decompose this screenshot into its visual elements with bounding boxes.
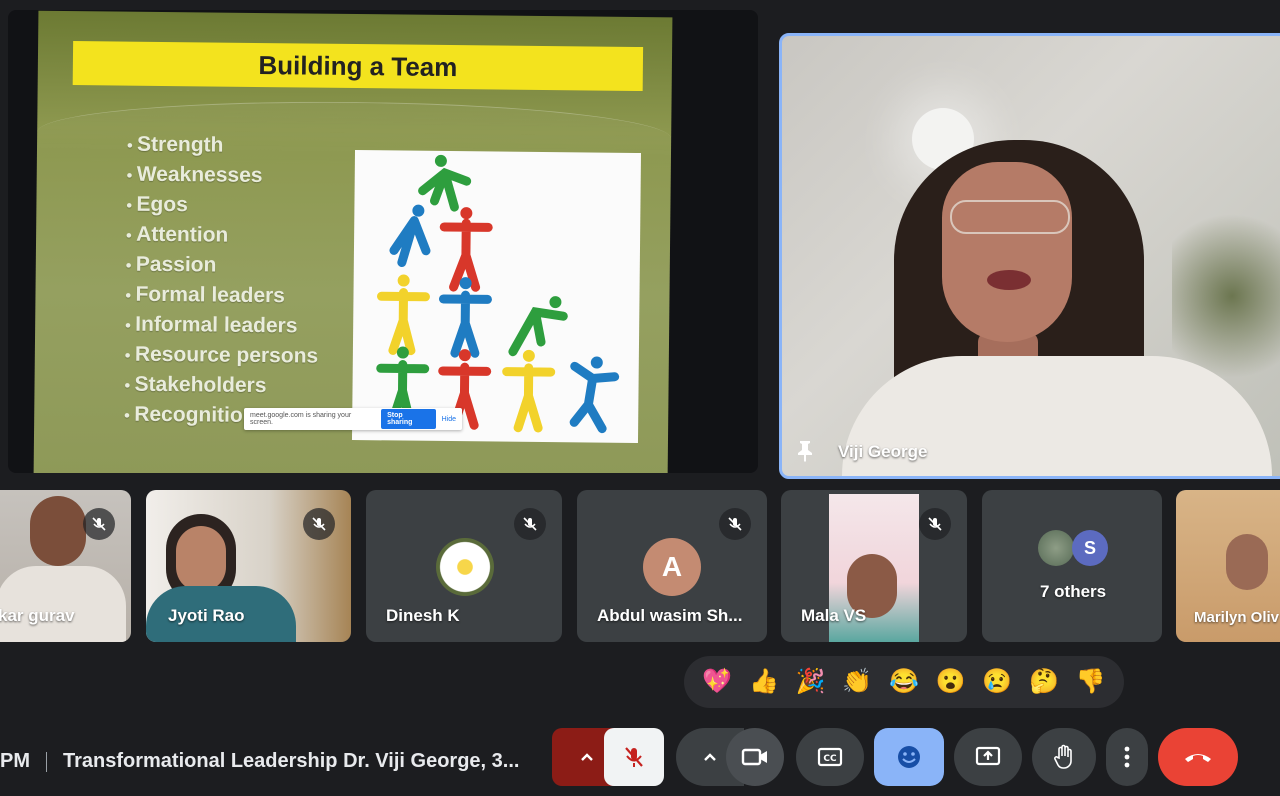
- slide-bullet-list: Strength Weaknesses Egos Attention Passi…: [124, 130, 320, 432]
- pin-icon[interactable]: [796, 440, 814, 462]
- slide-bullet: Formal leaders: [125, 280, 319, 312]
- raise-hand-button[interactable]: [1032, 728, 1096, 786]
- microphone-toggle-button[interactable]: [604, 728, 664, 786]
- participant-name: Dinesh K: [386, 606, 460, 625]
- presentation-slide: Building a Team Strength Weaknesses Egos…: [33, 10, 673, 473]
- speaker-name: Viji George: [838, 442, 928, 461]
- speaker-video-tile[interactable]: Viji George: [779, 33, 1280, 479]
- chevron-up-icon: [704, 753, 716, 761]
- participant-tile-others[interactable]: S 7 others: [982, 490, 1162, 642]
- team-pyramid-icon: [376, 154, 620, 434]
- participant-tile[interactable]: A Abdul wasim Sh...: [577, 490, 767, 642]
- slide-title: Building a Team: [72, 41, 644, 92]
- participant-tile[interactable]: Jyoti Rao: [146, 490, 351, 642]
- hide-button[interactable]: Hide: [442, 416, 456, 423]
- party-popper-reaction-icon[interactable]: 🎉: [796, 670, 826, 694]
- meeting-title: Transformational Leadership Dr. Viji Geo…: [63, 750, 520, 772]
- participant-name: Mala VS: [801, 606, 867, 625]
- presentation-tile[interactable]: Building a Team Strength Weaknesses Egos…: [8, 10, 758, 473]
- participant-face: [30, 496, 86, 566]
- participant-name: Marilyn Oliv: [1194, 609, 1280, 626]
- slide-bullet: Passion: [126, 250, 320, 282]
- video-camera-icon: [741, 748, 767, 766]
- participant-name: Abdul wasim Sh...: [597, 606, 743, 625]
- mic-off-icon: [919, 508, 951, 540]
- thumbs-up-reaction-icon[interactable]: 👍: [749, 670, 779, 694]
- participant-tile[interactable]: Mala VS: [781, 490, 967, 642]
- slide-bullet: Stakeholders: [124, 370, 318, 402]
- slide-bullet: Weaknesses: [127, 160, 321, 192]
- clapping-reaction-icon[interactable]: 👏: [842, 670, 872, 694]
- laughing-reaction-icon[interactable]: 😂: [889, 670, 919, 694]
- heart-reaction-icon[interactable]: 💖: [702, 670, 732, 694]
- participant-tile[interactable]: Marilyn Oliv: [1176, 490, 1280, 642]
- thumbs-down-reaction-icon[interactable]: 👎: [1076, 670, 1106, 694]
- camera-toggle-button[interactable]: [726, 728, 784, 786]
- meeting-time: PM: [0, 750, 30, 772]
- mic-off-icon: [514, 508, 546, 540]
- crying-reaction-icon[interactable]: 😢: [982, 670, 1012, 694]
- participant-name: Jyoti Rao: [168, 606, 245, 625]
- mic-off-icon: [83, 508, 115, 540]
- chevron-up-icon: [581, 753, 593, 761]
- captions-button[interactable]: CC: [796, 728, 864, 786]
- mic-off-icon: [625, 747, 643, 767]
- surprised-reaction-icon[interactable]: 😮: [936, 670, 966, 694]
- meeting-details[interactable]: PM Transformational Leadership Dr. Viji G…: [0, 750, 519, 773]
- send-reaction-button[interactable]: [874, 728, 944, 786]
- present-screen-icon: [975, 746, 1001, 766]
- speaker-glasses: [950, 200, 1070, 234]
- raise-hand-icon: [1054, 744, 1072, 769]
- others-count: 7 others: [1040, 582, 1107, 601]
- participant-shirt: [0, 566, 126, 642]
- participant-avatar: A: [643, 538, 701, 596]
- screen-share-notice: meet.google.com is sharing your screen. …: [244, 408, 462, 430]
- participant-face: [176, 526, 226, 592]
- mic-off-icon: [719, 508, 751, 540]
- more-options-button[interactable]: [1106, 728, 1148, 786]
- slide-bullet: Resource persons: [125, 340, 319, 372]
- speaker-mouth: [987, 270, 1031, 290]
- more-vertical-icon: [1124, 746, 1130, 768]
- stop-sharing-button[interactable]: Stop sharing: [381, 409, 436, 429]
- participant-tile[interactable]: kar gurav: [0, 490, 131, 642]
- share-notice-text: meet.google.com is sharing your screen.: [250, 412, 352, 426]
- slide-bullet: Egos: [126, 190, 320, 222]
- speaker-face: [942, 162, 1072, 342]
- closed-captions-icon: CC: [817, 747, 843, 767]
- leave-call-button[interactable]: [1158, 728, 1238, 786]
- mic-off-icon: [303, 508, 335, 540]
- reaction-picker: 💖 👍 🎉 👏 😂 😮 😢 🤔 👎: [684, 656, 1124, 708]
- hang-up-icon: [1185, 754, 1211, 762]
- flower-avatar: [436, 538, 494, 596]
- present-now-button[interactable]: [954, 728, 1022, 786]
- participant-face: [1226, 534, 1268, 590]
- thinking-reaction-icon[interactable]: 🤔: [1029, 670, 1059, 694]
- slide-bullet: Informal leaders: [125, 310, 319, 342]
- emoji-smile-icon: [898, 746, 920, 768]
- others-photo-avatar: [1038, 530, 1074, 566]
- participant-tile[interactable]: Dinesh K: [366, 490, 562, 642]
- divider: [46, 751, 47, 772]
- team-pyramid-illustration: [351, 150, 641, 443]
- participant-name: kar gurav: [0, 606, 75, 625]
- svg-text:CC: CC: [823, 754, 837, 764]
- slide-bullet: Strength: [127, 130, 321, 162]
- slide-bullet: Attention: [126, 220, 320, 252]
- others-letter-avatar: S: [1072, 530, 1108, 566]
